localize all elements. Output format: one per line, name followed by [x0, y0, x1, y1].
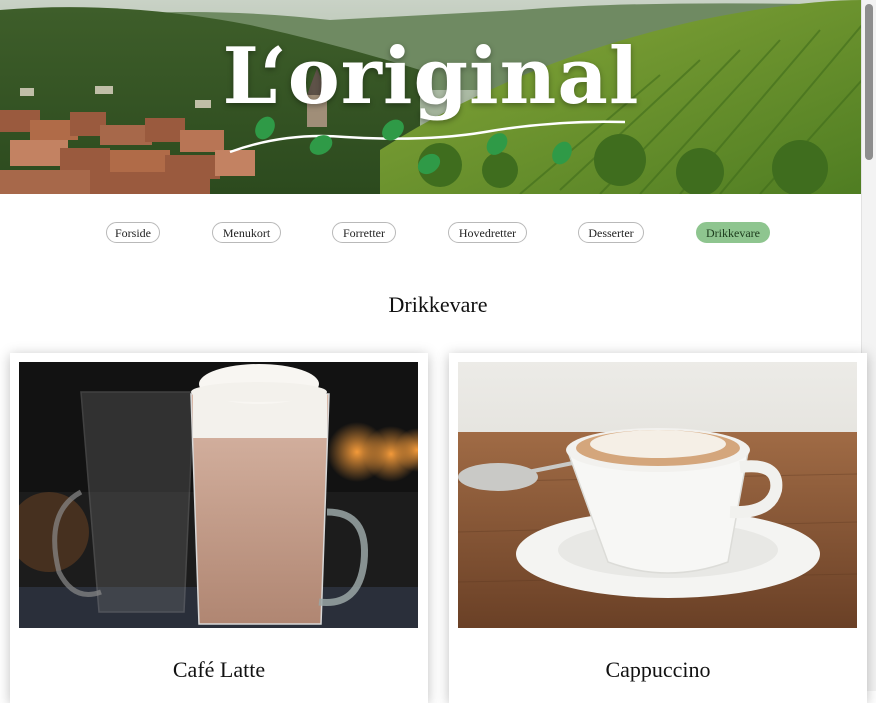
nav-item-menukort[interactable]: Menukort [212, 222, 281, 243]
site-logo[interactable]: L‘original [0, 38, 862, 116]
nav-item-hovedretter[interactable]: Hovedretter [448, 222, 527, 243]
vine-ornament-icon [229, 116, 626, 175]
hero-banner: L‘original [0, 0, 862, 194]
cappuccino-photo [458, 362, 857, 628]
nav-item-drikkevare[interactable]: Drikkevare [696, 222, 770, 243]
product-name: Cappuccino [605, 657, 711, 682]
scrollbar-thumb[interactable] [865, 4, 873, 160]
section-title: Drikkevare [388, 292, 488, 317]
product-card-cappuccino[interactable]: Cappuccino [449, 353, 867, 703]
nav-item-desserter[interactable]: Desserter [578, 222, 644, 243]
nav-item-forside[interactable]: Forside [106, 222, 160, 243]
product-name: Café Latte [172, 657, 266, 682]
product-card-cafe-latte[interactable]: Café Latte [10, 353, 428, 703]
nav-item-forretter[interactable]: Forretter [332, 222, 396, 243]
cafe-latte-photo [19, 362, 418, 628]
main-nav: Forside Menukort Forretter Hovedretter D… [0, 222, 862, 246]
